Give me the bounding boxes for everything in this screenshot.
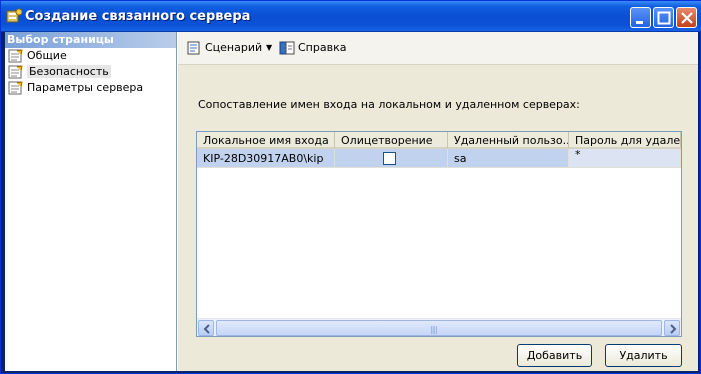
cell-remote-user[interactable]: sa xyxy=(448,149,569,168)
script-icon xyxy=(187,41,200,55)
scrollbar-thumb[interactable]: |||| xyxy=(216,320,662,336)
chevron-left-icon xyxy=(203,324,210,334)
server-icon xyxy=(6,8,22,23)
grip-icon: |||| xyxy=(430,325,438,334)
dropdown-arrow-icon: ▼ xyxy=(266,43,273,52)
sidebar-item-label: Параметры сервера xyxy=(27,81,144,94)
sidebar-item-label: Безопасность xyxy=(27,65,111,78)
login-mapping-grid[interactable]: Локальное имя входа Олицетворение Удален… xyxy=(196,131,682,337)
chevron-right-icon xyxy=(670,324,677,334)
table-row[interactable]: KIP-28D30917AB0\kip sa * xyxy=(197,149,681,168)
sidebar-item-label: Общие xyxy=(27,49,67,62)
scroll-right-button[interactable] xyxy=(664,320,680,336)
grid-caption: Сопоставление имен входа на локальном и … xyxy=(198,98,580,111)
help-button[interactable]: Справка xyxy=(279,40,349,56)
dialog-body: Выбор страницы Общие Безопасность Параме… xyxy=(5,32,698,371)
column-header-remote-user[interactable]: Удаленный пользо... xyxy=(448,132,569,149)
close-icon xyxy=(681,12,693,24)
sidebar-item-general[interactable]: Общие xyxy=(5,48,176,64)
page-icon xyxy=(8,49,23,63)
cell-remote-password[interactable]: * xyxy=(569,149,681,168)
help-icon xyxy=(279,41,295,55)
cell-local-login[interactable]: KIP-28D30917AB0\kip xyxy=(197,149,335,168)
maximize-button[interactable] xyxy=(653,7,674,28)
close-button[interactable] xyxy=(676,7,697,28)
impersonate-checkbox[interactable] xyxy=(383,152,396,165)
horizontal-scrollbar[interactable]: |||| xyxy=(197,318,681,336)
add-button[interactable]: Добавить xyxy=(517,344,592,367)
minimize-icon xyxy=(636,21,643,24)
scroll-left-button[interactable] xyxy=(198,320,214,336)
grid-header: Локальное имя входа Олицетворение Удален… xyxy=(197,132,681,149)
password-mask: * xyxy=(575,149,581,161)
sidebar-item-server-options[interactable]: Параметры сервера xyxy=(5,80,176,96)
maximize-icon xyxy=(657,11,671,25)
page-icon xyxy=(8,81,23,95)
column-header-remote-password[interactable]: Пароль для удален xyxy=(569,132,681,149)
dialog-window: Создание связанного сервера Выбор страни… xyxy=(0,0,701,374)
title-bar[interactable]: Создание связанного сервера xyxy=(1,1,701,32)
page-selector: Выбор страницы Общие Безопасность Параме… xyxy=(5,32,177,371)
cell-impersonate[interactable] xyxy=(335,149,448,168)
column-header-local-login[interactable]: Локальное имя входа xyxy=(197,132,335,149)
window-title: Создание связанного сервера xyxy=(25,9,251,24)
minimize-button[interactable] xyxy=(630,7,651,28)
remove-button[interactable]: Удалить xyxy=(605,344,682,367)
sidebar-item-security[interactable]: Безопасность xyxy=(5,64,176,80)
page-selector-header: Выбор страницы xyxy=(5,32,176,48)
column-header-impersonate[interactable]: Олицетворение xyxy=(335,132,448,149)
content-pane: Сценарий ▼ Справка Сопоставление имен вх… xyxy=(178,32,698,371)
toolbar: Сценарий ▼ Справка xyxy=(178,32,698,65)
script-button[interactable]: Сценарий ▼ xyxy=(186,40,272,56)
page-icon xyxy=(8,65,23,79)
